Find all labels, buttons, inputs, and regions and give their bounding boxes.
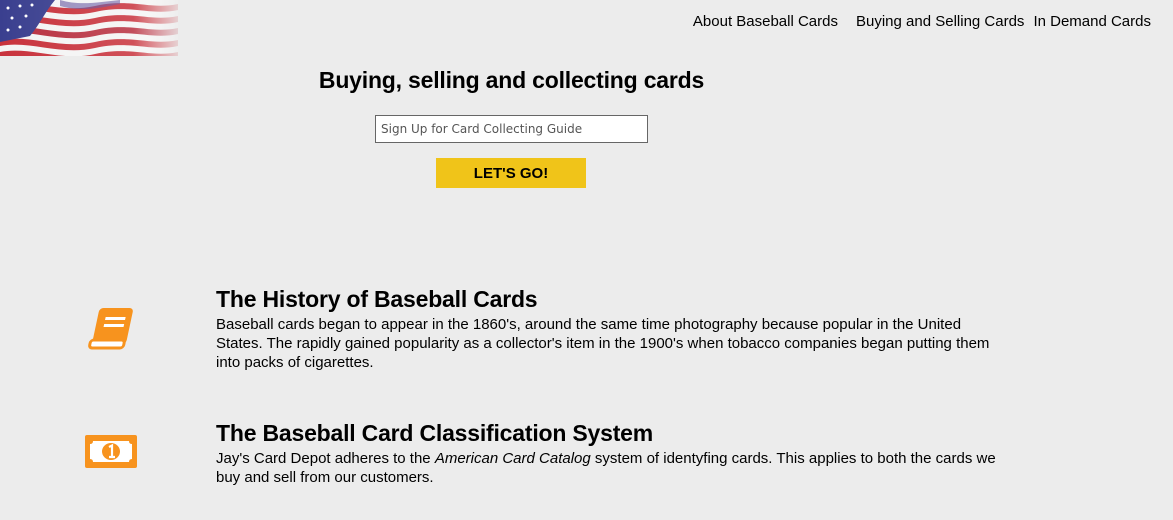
- feature-description: Baseball cards began to appear in the 18…: [216, 316, 990, 371]
- flag-graphic: [0, 0, 178, 56]
- main-nav: About Baseball Cards Buying and Selling …: [693, 13, 1151, 30]
- feature-description: Jay's Card Depot adheres to the American…: [216, 449, 1006, 487]
- hero-title: Buying, selling and collecting cards: [318, 67, 705, 93]
- lets-go-button[interactable]: LET'S GO!: [436, 158, 586, 188]
- nav-buying-and-selling-cards[interactable]: Buying and Selling Cards: [856, 13, 1024, 30]
- american-flag-icon[interactable]: [0, 0, 178, 56]
- description-text: Jay's Card Depot adheres to the: [216, 450, 435, 467]
- book-icon: [84, 304, 140, 352]
- feature-title: The History of Baseball Cards: [216, 286, 538, 312]
- signup-email-input[interactable]: [375, 115, 648, 143]
- catalog-name: American Card Catalog: [434, 450, 591, 467]
- page: About Baseball Cards Buying and Selling …: [0, 0, 1173, 520]
- money-bill-icon: [84, 432, 140, 480]
- nav-in-demand-cards[interactable]: In Demand Cards: [1033, 13, 1151, 30]
- nav-about-baseball-cards[interactable]: About Baseball Cards: [693, 13, 838, 30]
- feature-title: The Baseball Card Classification System: [216, 420, 654, 446]
